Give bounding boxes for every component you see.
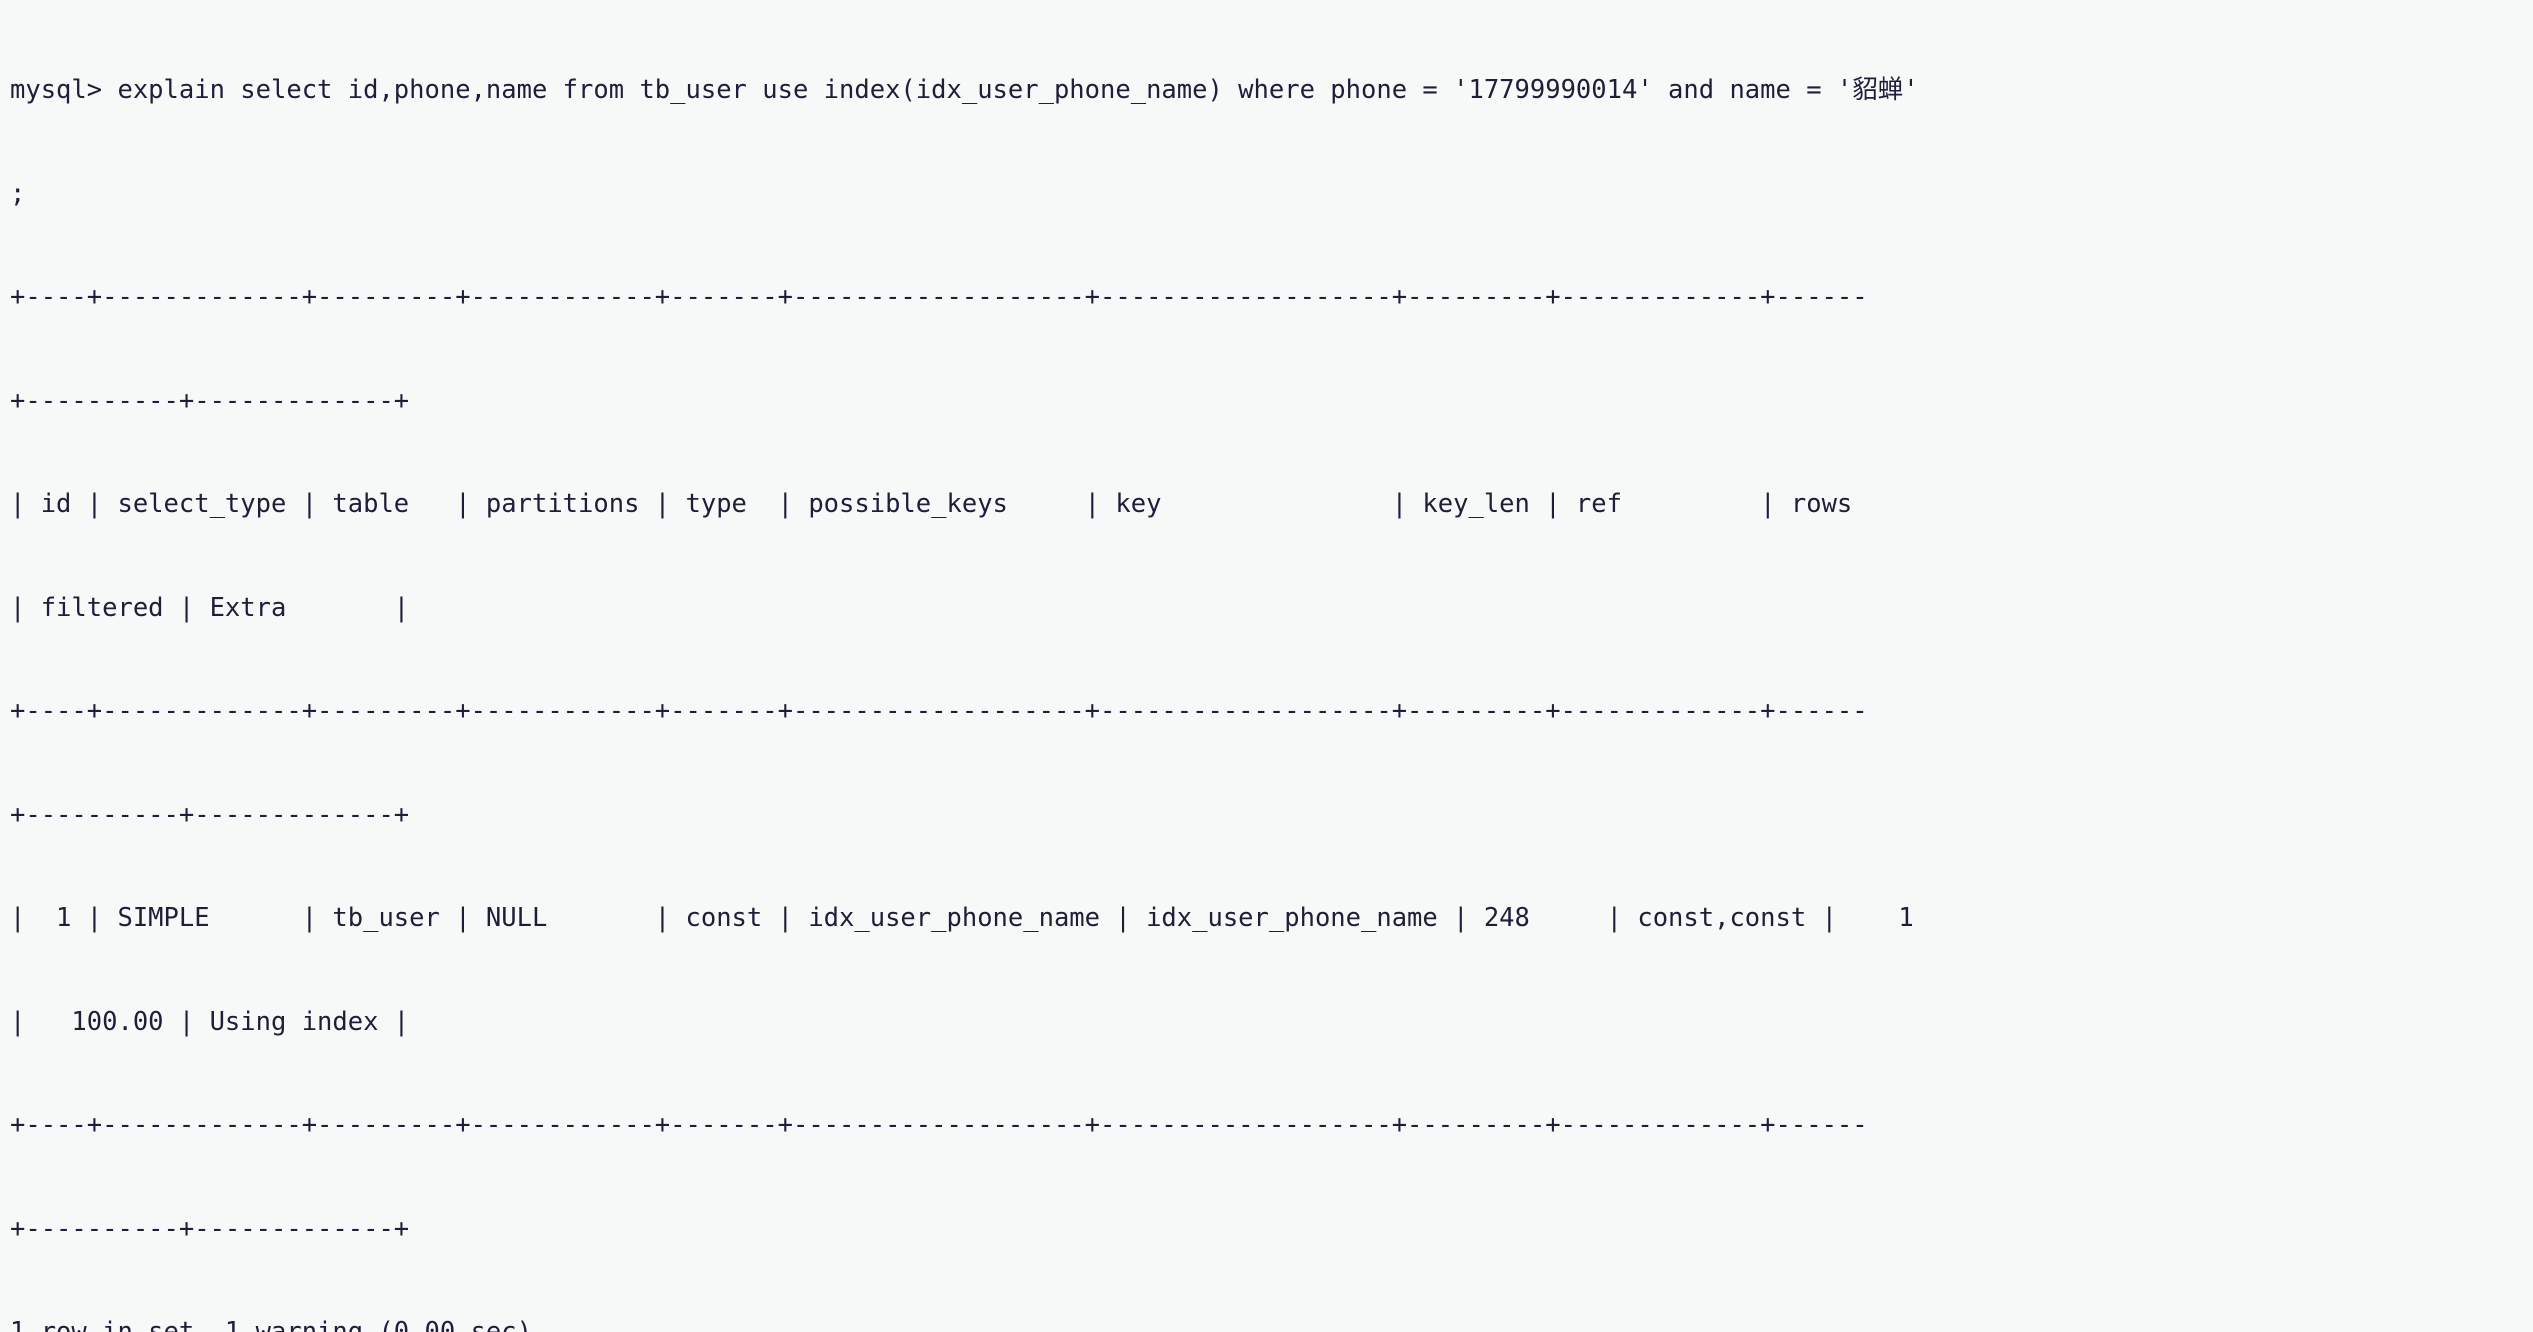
table-border-header: +----+-------------+---------+----------… bbox=[10, 696, 1868, 726]
table-header-row-wrap: | filtered | Extra | bbox=[10, 592, 410, 623]
terminal-line-query: mysql> explain select id,phone,name from… bbox=[10, 75, 1919, 105]
table-border-top: +----+-------------+---------+----------… bbox=[10, 282, 1868, 312]
table-border-bottom: +----+-------------+---------+----------… bbox=[10, 1110, 1868, 1140]
table-data-row-wrap: | 100.00 | Using index | bbox=[10, 1006, 410, 1037]
status-line: 1 row in set, 1 warning (0.00 sec) bbox=[10, 1317, 532, 1332]
table-border-top-wrap: +----------+-------------+ bbox=[10, 385, 410, 416]
terminal-line-terminator: ; bbox=[10, 178, 26, 209]
table-border-bottom-wrap: +----------+-------------+ bbox=[10, 1213, 410, 1244]
table-border-header-wrap: +----------+-------------+ bbox=[10, 799, 410, 830]
table-header-row: | id | select_type | table | partitions … bbox=[10, 489, 1868, 519]
table-data-row: | 1 | SIMPLE | tb_user | NULL | const | … bbox=[10, 903, 1930, 933]
terminal-output-pane[interactable]: mysql> explain select id,phone,name from… bbox=[0, 0, 2533, 1332]
